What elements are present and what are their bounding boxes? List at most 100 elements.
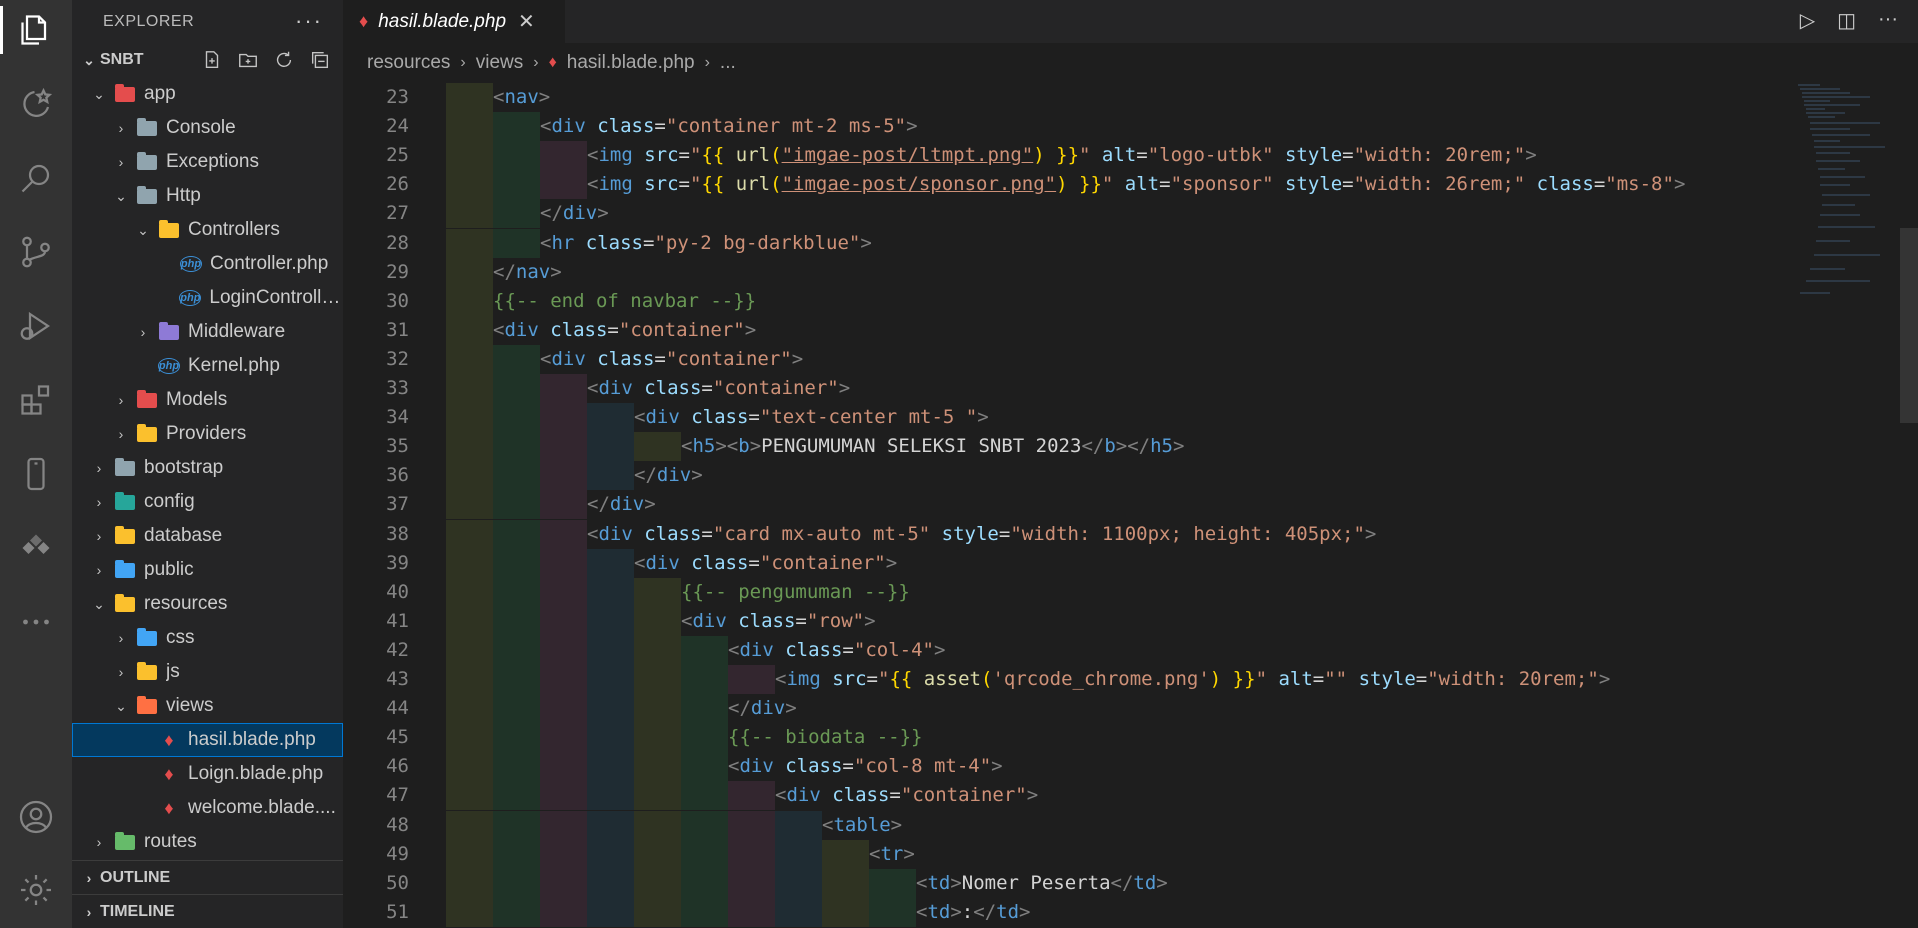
collapse-all-icon[interactable] bbox=[307, 48, 333, 72]
code-token: div bbox=[645, 551, 692, 574]
code-token: div bbox=[598, 377, 645, 399]
code-token: < bbox=[493, 86, 505, 108]
code-line[interactable]: 31 <div class="container"> bbox=[343, 315, 1843, 345]
tree-folder-routes[interactable]: › routes bbox=[72, 825, 343, 859]
tree-folder-Providers[interactable]: › Providers bbox=[72, 417, 343, 451]
outline-section-header[interactable]: › OUTLINE bbox=[72, 860, 343, 895]
code-token: class bbox=[785, 755, 843, 778]
timeline-star-icon[interactable] bbox=[0, 76, 72, 132]
code-line[interactable]: 32 <div class="container"> bbox=[343, 344, 1843, 374]
code-line[interactable]: 51 <td>:</td> bbox=[343, 897, 1843, 927]
account-icon[interactable] bbox=[0, 789, 72, 845]
tree-file[interactable]: php LoginControlle... bbox=[72, 281, 343, 315]
code-line[interactable]: 46 <div class="col-8 mt-4"> bbox=[343, 752, 1843, 782]
tree-folder-public[interactable]: › public bbox=[72, 553, 343, 587]
more-views-icon[interactable] bbox=[0, 594, 72, 650]
code-line[interactable]: 49 <tr> bbox=[343, 839, 1843, 869]
code-line[interactable]: 29 </nav> bbox=[343, 257, 1843, 287]
workspace-section-header[interactable]: ⌄ SNBT bbox=[72, 43, 343, 77]
device-icon[interactable] bbox=[0, 446, 72, 502]
split-editor-icon[interactable]: ◫ bbox=[1837, 8, 1856, 33]
remote-explorer-icon[interactable] bbox=[0, 520, 72, 576]
tree-file[interactable]: ♦ welcome.blade.... bbox=[72, 791, 343, 825]
refresh-icon[interactable] bbox=[271, 48, 297, 72]
source-control-icon[interactable] bbox=[0, 224, 72, 280]
breadcrumb-file[interactable]: hasil.blade.php bbox=[567, 52, 695, 74]
tree-folder-css[interactable]: › css bbox=[72, 621, 343, 655]
tab-hasil-blade[interactable]: ♦ hasil.blade.php ✕ bbox=[343, 0, 565, 43]
code-area[interactable]: 23 <nav> 24 <div class="container mt-2 ms-5… bbox=[343, 83, 1918, 928]
tree-file[interactable]: ♦ Loign.blade.php bbox=[72, 757, 343, 791]
more-actions-icon[interactable]: ··· bbox=[1878, 8, 1898, 33]
breadcrumb-symbol[interactable]: ... bbox=[720, 52, 736, 74]
chevron-right-icon: › bbox=[533, 54, 539, 71]
code-line[interactable]: 43 <img src="{{ asset('qrcode_chrome.png'… bbox=[343, 665, 1843, 694]
folder-icon bbox=[136, 151, 158, 172]
timeline-section-header[interactable]: › TIMELINE bbox=[72, 894, 343, 928]
search-icon[interactable] bbox=[0, 150, 72, 206]
more-actions-icon[interactable]: ··· bbox=[295, 8, 323, 34]
code-line[interactable]: 26 <img src="{{ url("imgae-post/sponsor.p… bbox=[343, 170, 1843, 200]
indent-guide bbox=[681, 752, 728, 782]
code-token: class bbox=[832, 784, 890, 807]
run-debug-icon[interactable] bbox=[0, 298, 72, 354]
chevron-right-icon: › bbox=[118, 630, 124, 646]
code-line[interactable]: 45 {{-- biodata --}} bbox=[343, 723, 1843, 753]
indent-guide bbox=[446, 665, 493, 694]
tree-folder-views[interactable]: ⌄ views bbox=[72, 689, 343, 723]
code-line[interactable]: 33 <div class="container"> bbox=[343, 374, 1843, 403]
tree-file[interactable]: ♦ hasil.blade.php bbox=[72, 723, 343, 757]
run-icon[interactable]: ▷ bbox=[1800, 8, 1815, 33]
code-line[interactable]: 42 <div class="col-4"> bbox=[343, 635, 1843, 665]
code-line[interactable]: 39 <div class="container"> bbox=[343, 548, 1843, 578]
new-folder-icon[interactable] bbox=[235, 48, 261, 72]
extensions-icon[interactable] bbox=[0, 372, 72, 428]
indent-guide bbox=[493, 723, 540, 753]
tree-folder-database[interactable]: › database bbox=[72, 519, 343, 553]
tree-folder-Http[interactable]: ⌄ Http bbox=[72, 179, 343, 213]
code-line[interactable]: 41 <div class="row"> bbox=[343, 606, 1843, 636]
new-file-icon[interactable] bbox=[199, 48, 225, 72]
code-line[interactable]: 24 <div class="container mt-2 ms-5"> bbox=[343, 112, 1843, 142]
workspace-name: SNBT bbox=[100, 51, 144, 68]
tree-folder-js[interactable]: › js bbox=[72, 655, 343, 689]
tree-file[interactable]: php Controller.php bbox=[72, 247, 343, 281]
tree-folder-bootstrap[interactable]: › bootstrap bbox=[72, 451, 343, 485]
tree-folder-Models[interactable]: › Models bbox=[72, 383, 343, 417]
folder-icon bbox=[136, 695, 158, 716]
explorer-icon[interactable] bbox=[0, 2, 72, 58]
tree-file[interactable]: php Kernel.php bbox=[72, 349, 343, 383]
chevron-right-icon: › bbox=[460, 54, 466, 71]
tree-folder-Exceptions[interactable]: › Exceptions bbox=[72, 145, 343, 179]
tree-folder-resources[interactable]: ⌄ resources bbox=[72, 587, 343, 621]
code-line[interactable]: 35 <h5><b>PENGUMUMAN SELEKSI SNBT 2023</b… bbox=[343, 432, 1843, 462]
code-line[interactable]: 47 <div class="container"> bbox=[343, 781, 1843, 811]
code-line[interactable]: 30 {{-- end of navbar --}} bbox=[343, 286, 1843, 316]
close-icon[interactable]: ✕ bbox=[518, 9, 535, 34]
code-token: > bbox=[1598, 668, 1611, 690]
tree-folder-Controllers[interactable]: ⌄ Controllers bbox=[72, 213, 343, 247]
minimap[interactable] bbox=[1790, 83, 1900, 303]
code-line[interactable]: 27 </div> bbox=[343, 199, 1843, 229]
code-line[interactable]: 48 <table> bbox=[343, 810, 1843, 840]
tree-folder-config[interactable]: › config bbox=[72, 485, 343, 519]
code-line[interactable]: 23 <nav> bbox=[343, 83, 1843, 112]
chevron-down-icon: ⌄ bbox=[93, 85, 105, 102]
breadcrumb-resources[interactable]: resources bbox=[367, 52, 450, 74]
indent-guide bbox=[493, 432, 540, 462]
tree-folder-Console[interactable]: › Console bbox=[72, 111, 343, 145]
vertical-scrollbar[interactable] bbox=[1900, 228, 1918, 423]
tree-folder-app[interactable]: ⌄ app bbox=[72, 77, 343, 111]
tree-folder-Middleware[interactable]: › Middleware bbox=[72, 315, 343, 349]
code-line[interactable]: 38 <div class="card mx-auto mt-5" style="… bbox=[343, 519, 1843, 549]
breadcrumb-views[interactable]: views bbox=[476, 52, 524, 74]
code-line[interactable]: 34 <div class="text-center mt-5 "> bbox=[343, 403, 1843, 433]
code-line[interactable]: 28 <hr class="py-2 bg-darkblue"> bbox=[343, 228, 1843, 258]
code-line[interactable]: 36 </div> bbox=[343, 461, 1843, 491]
settings-gear-icon[interactable] bbox=[0, 862, 72, 918]
code-line[interactable]: 25 <img src="{{ url("imgae-post/ltmpt.png… bbox=[343, 141, 1843, 171]
code-line[interactable]: 37 </div> bbox=[343, 490, 1843, 520]
code-line[interactable]: 44 </div> bbox=[343, 694, 1843, 724]
code-line[interactable]: 40 {{-- pengumuman --}} bbox=[343, 577, 1843, 607]
code-line[interactable]: 50 <td>Nomer Peserta</td> bbox=[343, 868, 1843, 898]
